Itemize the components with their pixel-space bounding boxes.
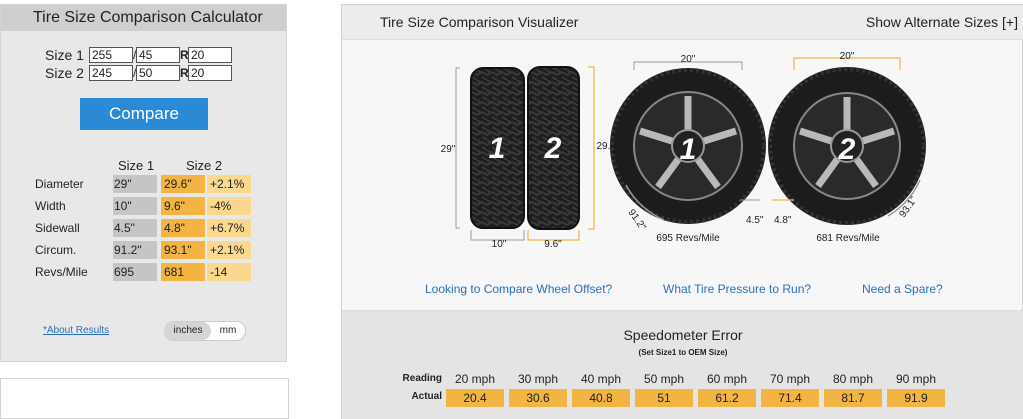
size1-ratio-input[interactable]: 45 — [136, 47, 180, 63]
reading-cell: 80 mph — [832, 372, 874, 386]
actual-cell: 71.4 — [761, 389, 819, 407]
size1-width-input[interactable]: 255 — [89, 47, 133, 63]
tire2-revs-label: 681 Revs/Mile — [816, 233, 880, 244]
column-header-size2: Size 2 — [186, 158, 223, 173]
tire1-tread-number: 1 — [489, 132, 506, 165]
result-size1-value: 4.5" — [113, 219, 157, 237]
size2-width-input[interactable]: 245 — [89, 65, 133, 81]
visualizer-panel: Tire Size Comparison Visualizer Show Alt… — [341, 4, 1023, 419]
calculator-title: Tire Size Comparison Calculator — [1, 5, 286, 31]
reading-cell: 60 mph — [706, 372, 748, 386]
tire1-sidewall-label: 4.5" — [746, 215, 764, 226]
speedometer-error-section: Speedometer Error (Set Size1 to OEM Size… — [342, 310, 1023, 419]
unit-toggle[interactable]: inches mm — [164, 321, 246, 341]
empty-content-box — [0, 378, 289, 419]
tire-pressure-link[interactable]: What Tire Pressure to Run? — [663, 282, 811, 296]
size2-label: Size 2 — [45, 65, 84, 81]
column-header-size1: Size 1 — [118, 158, 155, 173]
actual-cell: 61.2 — [698, 389, 756, 407]
unit-mm-option[interactable]: mm — [211, 322, 245, 340]
tire1-height-label: 29" — [441, 144, 456, 155]
reading-cell: 30 mph — [517, 372, 559, 386]
result-difference: -14 — [207, 263, 251, 281]
size2-ratio-input[interactable]: 50 — [136, 65, 180, 81]
result-size2-value: 93.1" — [161, 241, 205, 259]
size1-rim-input[interactable]: 20 — [188, 47, 232, 63]
tire1-side-view: 1 — [610, 68, 766, 224]
compare-button[interactable]: Compare — [80, 98, 208, 130]
speedometer-subtitle: (Set Size1 to OEM Size) — [638, 348, 728, 357]
size2-rim-input[interactable]: 20 — [188, 65, 232, 81]
tire2-tread-number: 2 — [544, 132, 562, 165]
result-size1-value: 10" — [113, 197, 157, 215]
size1-rim-mark: R — [180, 48, 189, 62]
tire2-height-dimension — [588, 66, 595, 230]
need-a-spare-link[interactable]: Need a Spare? — [862, 282, 943, 296]
tire1-circumference-label: 91.2" — [626, 207, 648, 233]
actual-cell: 40.8 — [572, 389, 630, 407]
app-root: Tire Size Comparison Calculator Size 1 2… — [0, 0, 1023, 419]
result-size2-value: 4.8" — [161, 219, 205, 237]
compare-wheel-offset-link[interactable]: Looking to Compare Wheel Offset? — [425, 282, 612, 296]
actual-row-label: Actual — [411, 391, 442, 402]
tire2-side-number: 2 — [838, 133, 856, 166]
result-difference: +2.1% — [207, 175, 251, 193]
result-label: Revs/Mile — [35, 265, 88, 279]
result-size1-value: 91.2" — [113, 241, 157, 259]
tire2-side-view: 2 — [768, 67, 926, 225]
show-alternate-sizes-toggle[interactable]: Show Alternate Sizes [+] — [866, 14, 1018, 30]
result-row-circumference: Circum. 91.2" 93.1" +2.1% — [35, 241, 251, 259]
result-label: Circum. — [35, 243, 77, 257]
actual-cell: 91.9 — [887, 389, 945, 407]
speedometer-title: Speedometer Error — [623, 327, 743, 343]
result-size1-value: 29" — [113, 175, 157, 193]
tire1-revs-label: 695 Revs/Mile — [656, 233, 720, 244]
tire1-tread-view: 1 — [470, 67, 525, 229]
tire2-sidewall-label: 4.8" — [774, 215, 792, 226]
tire1-height-dimension — [455, 67, 460, 229]
tire-visualization: 1 2 29" 29.6" 10" 9.6" 1 20" 91.2" 4.5" … — [441, 51, 926, 250]
tire2-width-label: 9.6" — [544, 239, 562, 250]
visualizer-title: Tire Size Comparison Visualizer — [380, 14, 579, 30]
result-size2-value: 29.6" — [161, 175, 205, 193]
reading-cell: 20 mph — [454, 372, 496, 386]
actual-cell: 81.7 — [824, 389, 882, 407]
size1-row: Size 1 255 / 45 R 20 — [45, 47, 232, 63]
reading-cell: 90 mph — [895, 372, 937, 386]
tire2-rim-label: 20" — [840, 51, 855, 62]
result-label: Width — [35, 199, 66, 213]
result-row-sidewall: Sidewall 4.5" 4.8" +6.7% — [35, 219, 251, 237]
result-label: Diameter — [35, 177, 84, 191]
actual-cell: 20.4 — [446, 389, 504, 407]
result-row-diameter: Diameter 29" 29.6" +2.1% — [35, 175, 251, 193]
reading-cell: 40 mph — [580, 372, 622, 386]
result-row-width: Width 10" 9.6" -4% — [35, 197, 251, 215]
reading-row-label: Reading — [402, 373, 442, 384]
unit-inches-option[interactable]: inches — [165, 322, 211, 340]
reading-cell: 50 mph — [643, 372, 685, 386]
tire1-width-label: 10" — [492, 239, 507, 250]
calculator-panel: Tire Size Comparison Calculator Size 1 2… — [0, 4, 287, 362]
result-size1-value: 695 — [113, 263, 157, 281]
size2-row: Size 2 245 / 50 R 20 — [45, 65, 232, 81]
about-results-link[interactable]: *About Results — [43, 325, 109, 336]
visualizer-header: Tire Size Comparison Visualizer Show Alt… — [342, 5, 1023, 40]
tire1-rim-label: 20" — [681, 54, 696, 65]
result-row-revs-per-mile: Revs/Mile 695 681 -14 — [35, 263, 251, 281]
actual-cell: 51 — [635, 389, 693, 407]
result-size2-value: 9.6" — [161, 197, 205, 215]
result-label: Sidewall — [35, 221, 80, 235]
result-difference: +2.1% — [207, 241, 251, 259]
size2-rim-mark: R — [180, 66, 189, 80]
tire2-tread-view: 2 — [527, 66, 580, 230]
size1-label: Size 1 — [45, 47, 84, 63]
result-difference: +6.7% — [207, 219, 251, 237]
result-size2-value: 681 — [161, 263, 205, 281]
tire1-side-number: 1 — [680, 133, 697, 166]
actual-cell: 30.6 — [509, 389, 567, 407]
reading-cell: 70 mph — [769, 372, 811, 386]
result-difference: -4% — [207, 197, 251, 215]
